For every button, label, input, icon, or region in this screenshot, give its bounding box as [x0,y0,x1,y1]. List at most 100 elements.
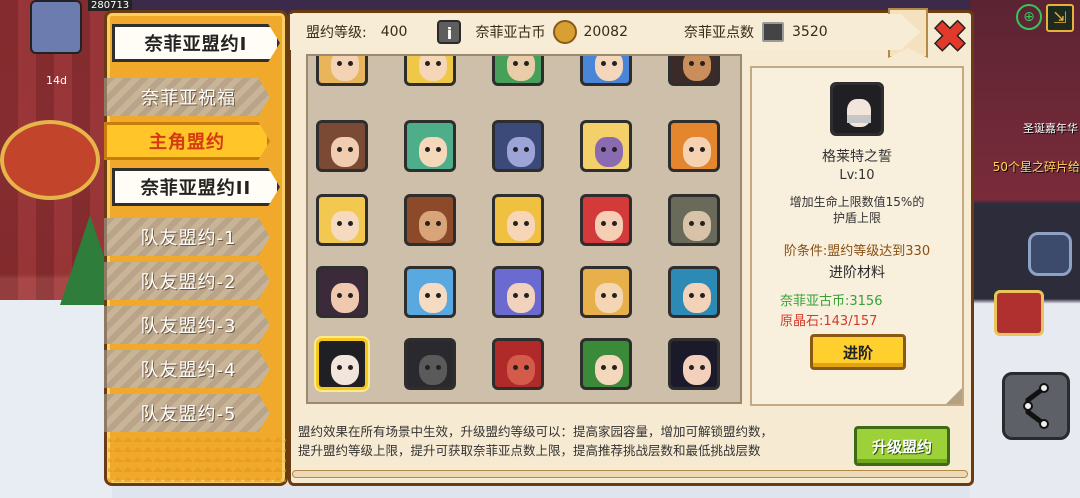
portrait-eye [425,293,430,298]
pact-cell[interactable] [492,266,544,318]
upgrade-pact-button[interactable]: 升级盟约 [854,426,950,466]
event-title[interactable]: 圣诞嘉年华 [1023,120,1078,136]
tab-2[interactable]: 主角盟约 [104,122,270,160]
chain-link-button[interactable] [1002,372,1070,440]
player-avatar[interactable] [30,0,82,54]
pact-cell[interactable] [316,338,368,390]
pact-cell[interactable] [404,120,456,172]
portrait-eye [689,147,694,152]
portrait-eye [612,293,617,298]
portrait-face [331,137,359,167]
portrait-eye [425,221,430,226]
pact-cell[interactable] [668,266,720,318]
pact-cell[interactable] [580,338,632,390]
exit-icon[interactable]: ⇲ [1046,4,1074,32]
pact-cell[interactable] [316,194,368,246]
portrait-eye [612,221,617,226]
materials-title: 进阶材料 [829,265,885,281]
pact-description-line2: 护盾上限 [832,211,881,225]
pact-cell[interactable] [492,56,544,86]
portrait-face [595,137,623,167]
portrait-eye [436,147,441,152]
portrait-eye [524,293,529,298]
points-icon [762,22,784,42]
tab-0[interactable]: 奈菲亚盟约I [112,24,280,62]
portrait-face [331,211,359,241]
portrait-eye [689,61,694,66]
portrait-eye [425,147,430,152]
pact-level-label: 盟约等级: [306,25,367,41]
help-line-1: 盟约效果在所有场景中生效，升级盟约等级可以：提高家园容量，增加可解锁盟约数， [298,424,774,439]
day-tag: 14d [46,74,67,87]
pact-cell[interactable] [404,194,456,246]
pact-cell[interactable] [404,338,456,390]
portrait-eye [348,365,353,370]
pact-cell[interactable] [580,56,632,86]
close-icon[interactable]: ✖ [930,12,970,61]
portrait-eye [700,61,705,66]
tab-1[interactable]: 奈菲亚祝福 [104,78,270,116]
pact-cell[interactable] [492,194,544,246]
portrait-eye [337,147,342,152]
portrait-eye [524,147,529,152]
pact-cell[interactable] [316,120,368,172]
advance-button[interactable]: 进阶 [810,334,906,370]
portrait-eye [612,61,617,66]
pact-cell[interactable] [492,338,544,390]
selected-pact-icon [830,82,884,136]
pact-grid-cells [308,56,740,402]
portrait-face [683,283,711,313]
portrait-eye [700,221,705,226]
portrait-face [419,355,447,385]
coin-icon [553,20,578,44]
pact-cell[interactable] [668,338,720,390]
portrait-face [331,355,359,385]
pact-cell[interactable] [404,266,456,318]
pact-cell[interactable] [580,194,632,246]
portrait-face [331,56,359,81]
portrait-eye [601,61,606,66]
bottom-divider [292,470,968,478]
tab-6[interactable]: 队友盟约-3 [104,306,270,344]
portrait-eye [337,365,342,370]
points-label: 奈菲亚点数 [684,25,754,41]
portrait-eye [348,61,353,66]
network-icon[interactable]: ⊕ [1016,4,1042,30]
scene-carpet [0,120,100,200]
pact-cell[interactable] [404,56,456,86]
pact-level-value: 400 [380,24,408,40]
points-value: 3520 [792,24,828,40]
portrait-eye [700,147,705,152]
coin-requirement: 奈菲亚古币:3156 [780,294,883,309]
portrait-eye [689,365,694,370]
pact-cell[interactable] [492,120,544,172]
snow-ground [0,300,112,498]
event-subtitle: 50个星之碎片给 [992,160,1080,174]
pact-cell[interactable] [580,120,632,172]
info-icon[interactable]: i [437,20,462,44]
portrait-eye [348,147,353,152]
pact-cell[interactable] [668,56,720,86]
portrait-eye [436,221,441,226]
portrait-eye [337,293,342,298]
pact-description-line1: 增加生命上限数值15%的 [789,195,925,209]
portrait-eye [700,365,705,370]
tab-3[interactable]: 奈菲亚盟约II [112,168,280,206]
pact-cell[interactable] [580,266,632,318]
tab-5[interactable]: 队友盟约-2 [104,262,270,300]
pact-cell[interactable] [668,194,720,246]
portrait-face [595,355,623,385]
tab-4[interactable]: 队友盟约-1 [104,218,270,256]
treasure-chest-icon[interactable] [994,290,1044,336]
pact-cell[interactable] [316,266,368,318]
pact-cell[interactable] [316,56,368,86]
help-line-2: 提升盟约等级上限，提升可获取奈菲亚点数上限，提高推荐挑战层数和最低挑战层数 [298,443,761,458]
pact-name: 格莱特之誓 [822,149,892,165]
portrait-eye [689,293,694,298]
pact-cell[interactable] [668,120,720,172]
hex-menu-icon[interactable] [1028,232,1072,276]
portrait-eye [425,61,430,66]
tab-8[interactable]: 队友盟约-5 [104,394,270,432]
tab-7[interactable]: 队友盟约-4 [104,350,270,388]
portrait-eye [601,147,606,152]
